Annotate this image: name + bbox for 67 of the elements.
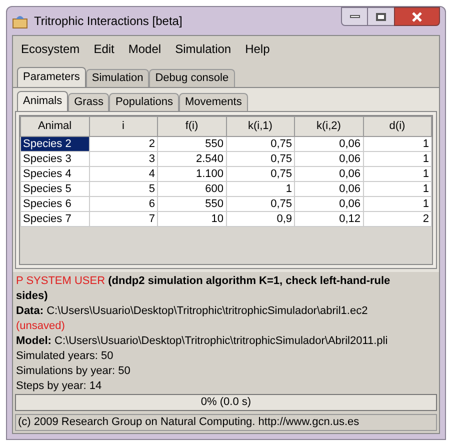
table-cell[interactable]: 0,75 [226, 136, 294, 152]
column-header[interactable]: k(i,1) [226, 116, 294, 136]
close-button[interactable] [394, 7, 440, 26]
table-cell[interactable]: 2.540 [158, 152, 226, 166]
info-line: Simulated years: 50 [16, 349, 114, 364]
table-cell[interactable]: 0,12 [294, 212, 363, 226]
tab[interactable]: Simulation [86, 69, 150, 87]
table-cell[interactable]: 0,75 [226, 196, 294, 212]
minimize-button[interactable] [341, 7, 368, 26]
close-icon [412, 12, 422, 22]
table-cell[interactable]: 0,06 [294, 166, 363, 182]
table-cell[interactable]: Species 5 [20, 182, 89, 196]
table-cell[interactable]: Species 3 [20, 152, 89, 166]
table-cell[interactable]: 0,75 [226, 152, 294, 166]
app-icon [12, 13, 28, 29]
table-cell[interactable]: 2 [89, 136, 158, 152]
tab[interactable]: Debug console [149, 69, 235, 87]
table-cell[interactable]: 5 [89, 182, 158, 196]
table-cell[interactable]: 0,06 [294, 196, 363, 212]
table-cell[interactable]: 3 [89, 152, 158, 166]
table-cell[interactable]: Species 2 [20, 136, 89, 152]
menu-item[interactable]: Simulation [169, 40, 238, 58]
tab[interactable]: Populations [109, 93, 179, 111]
column-header[interactable]: i [89, 116, 158, 136]
table-cell[interactable]: 1 [363, 182, 432, 196]
menu-item[interactable]: Help [239, 40, 276, 58]
table-cell[interactable]: Species 4 [20, 166, 89, 182]
table-cell[interactable]: 1 [363, 152, 432, 166]
column-header[interactable]: k(i,2) [294, 116, 363, 136]
tab[interactable]: Movements [178, 93, 248, 111]
info-line: Steps by year: 14 [16, 379, 103, 394]
table-cell[interactable]: 6 [89, 196, 158, 212]
column-header[interactable]: Animal [20, 116, 89, 136]
table-cell[interactable]: 600 [158, 182, 226, 196]
table-cell[interactable]: 0,06 [294, 182, 363, 196]
info-line: Model: C:\Users\Usuario\Desktop\Tritrophic\tritrophicSimulador\Abril2011.pli [16, 334, 389, 349]
table-cell[interactable]: 1 [363, 196, 432, 212]
tab[interactable]: Animals [17, 91, 68, 111]
system-description: P SYSTEM USER (dndp2 simulation algorithm K=1, check left-hand-rule sides) [16, 274, 392, 304]
table-cell[interactable]: 10 [158, 212, 226, 226]
menu-item[interactable]: Ecosystem [15, 40, 86, 58]
status-text: (c) 2009 Research Group on Natural Computing. http://www.gcn.us.es [18, 415, 360, 430]
column-header[interactable]: f(i) [158, 116, 226, 136]
info-line: Simulations by year: 50 [16, 364, 132, 379]
menu-item[interactable]: Edit [88, 40, 120, 58]
table-cell[interactable]: 1 [363, 136, 432, 152]
info-line: Data: C:\Users\Usuario\Desktop\Tritrophic\tritrophicSimulador\abril1.ec2 (unsaved) [16, 304, 369, 334]
table-cell[interactable]: Species 7 [20, 212, 89, 226]
menu-item[interactable]: Model [122, 40, 168, 58]
table-cell[interactable]: Species 6 [20, 196, 89, 212]
table-cell[interactable]: 2 [363, 212, 432, 226]
maximize-button[interactable] [368, 7, 394, 26]
table-cell[interactable]: 0,06 [294, 152, 363, 166]
table-cell[interactable]: 7 [89, 212, 158, 226]
window-title: Tritrophic Interactions [beta] [34, 13, 184, 30]
table-cell[interactable]: 1.100 [158, 166, 226, 182]
tab[interactable]: Grass [68, 93, 110, 111]
tab[interactable]: Parameters [17, 67, 86, 87]
table-cell[interactable]: 0,06 [294, 136, 363, 152]
table-cell[interactable]: 0,75 [226, 166, 294, 182]
table-cell[interactable]: 1 [226, 182, 294, 196]
table-cell[interactable]: 550 [158, 136, 226, 152]
table-cell[interactable]: 550 [158, 196, 226, 212]
table-cell[interactable]: 1 [363, 166, 432, 182]
table-cell[interactable]: 4 [89, 166, 158, 182]
table-cell[interactable]: 0,9 [226, 212, 294, 226]
column-header[interactable]: d(i) [363, 116, 432, 136]
